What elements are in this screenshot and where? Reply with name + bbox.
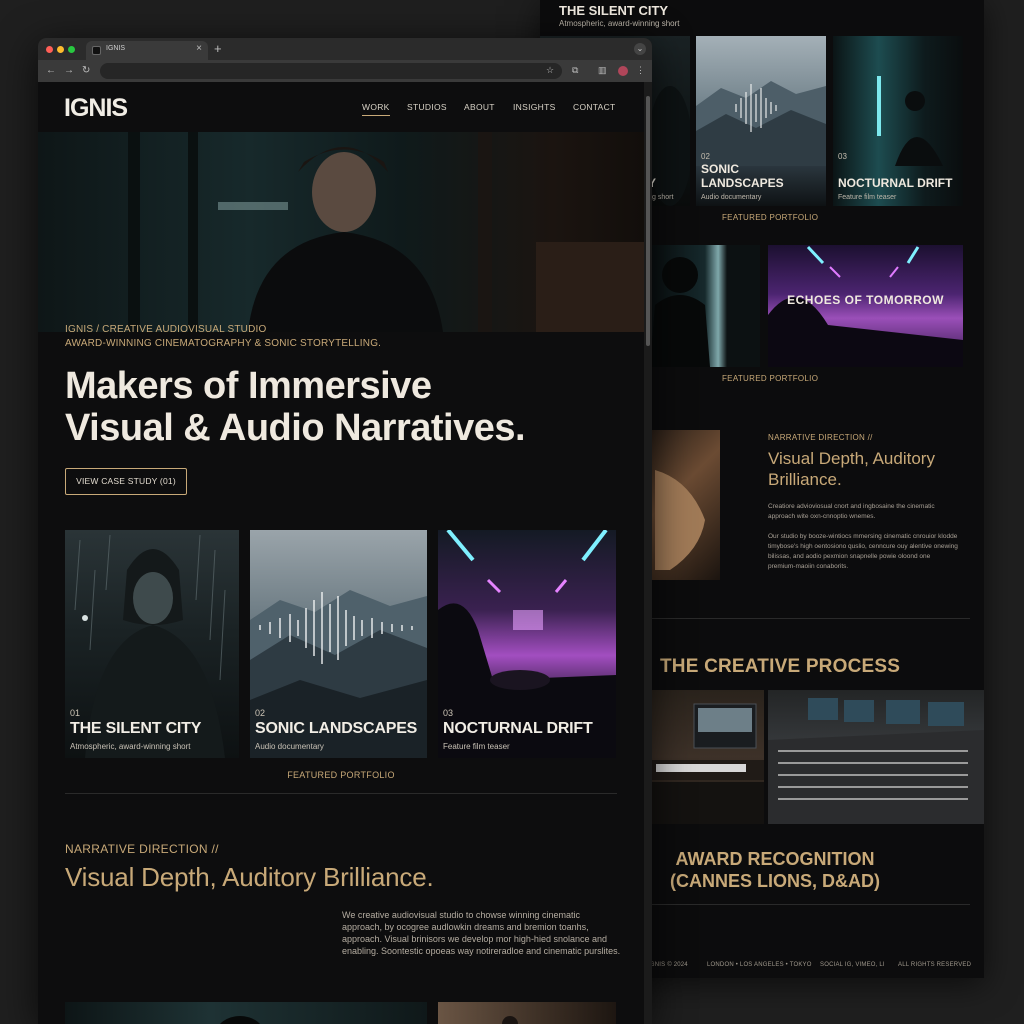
hand-illustration [655,470,705,570]
hero-portrait-illustration [128,132,644,332]
bookmark-star-icon[interactable]: ☆ [546,65,554,76]
hero-headline-line-1: Makers of Immersive [65,365,432,407]
back-card-name: NOCTURNAL DRIFT [838,176,953,190]
back-title: THE SILENT CITY [559,3,669,18]
view-case-study-button[interactable]: VIEW CASE STUDY (01) [65,468,187,495]
narrative-paragraph: We creative audiovisual studio to chowse… [342,910,621,956]
back-narrative-para-2: Our studio by booze-wintiocs mmersing ci… [768,533,958,570]
bottom-image-silhouette [65,1002,427,1024]
back-divider-2 [650,904,970,905]
site-logo[interactable]: IGNIS [64,94,128,123]
narrative-headline: Visual Depth, Auditory Brilliance. [65,862,434,892]
card-title: THE SILENT CITY [70,720,202,737]
scrollbar-thumb[interactable] [646,96,650,346]
camera-illustration [502,1016,518,1024]
website-viewport: IGNIS WORK STUDIOS ABOUT INSIGHTS CONTAC… [38,82,644,1024]
card-number: 02 [255,708,266,718]
back-award-recognition: AWARD RECOGNITION (CANNES LIONS, D&AD) [670,849,880,891]
silhouette-illustration [220,1016,260,1024]
nav-studios[interactable]: STUDIOS [407,102,447,112]
back-image-echoes[interactable]: ECHOES OF TOMORROW [768,245,963,367]
profile-avatar[interactable] [618,66,628,76]
minimize-window-button[interactable] [57,46,64,53]
back-card-desc: Feature film teaser [838,194,897,201]
back-image-hand [650,430,720,580]
back-process-title: THE CREATIVE PROCESS [660,656,901,677]
featured-portfolio-label: FEATURED PORTFOLIO [287,770,395,780]
browser-tab[interactable]: IGNIS × [86,41,208,60]
favicon-icon [92,46,101,55]
back-card-name: SONIC LANDSCAPES [701,162,784,190]
mixing-console-illustration [768,698,984,824]
hero-headline: Makers of Immersive Visual & Audio Narra… [65,365,526,449]
hero-eyebrow-2: AWARD-WINNING CINEMATOGRAPHY & SONIC STO… [65,338,382,349]
card-title: SONIC LANDSCAPES [255,720,418,737]
extensions-icon[interactable]: ⧉ [572,65,578,76]
reload-icon[interactable]: ↻ [82,65,90,76]
nav-insights[interactable]: INSIGHTS [513,102,556,112]
close-window-button[interactable] [46,46,53,53]
back-card-desc: g short [652,194,674,201]
hero-eyebrow-1: IGNIS / CREATIVE AUDIOVISUAL STUDIO [65,324,267,335]
back-card-desc: Audio documentary [701,194,762,201]
back-narrative-para-1: Creatiore advioviosual cnort and ingbosa… [768,503,935,520]
back-card-name: Y [648,176,657,190]
back-image-silhouette [650,245,760,367]
card-number: 03 [443,708,454,718]
new-tab-button[interactable]: + [214,41,222,56]
footer-social[interactable]: SOCIAL IG, VIMEO, LI [820,962,885,968]
nav-contact[interactable]: CONTACT [573,102,616,112]
card-number: 01 [70,708,81,718]
nav-about[interactable]: ABOUT [464,102,495,112]
portfolio-card-silent-city[interactable]: 01 THE SILENT CITY Atmospheric, award-wi… [65,530,239,758]
nav-work[interactable]: WORK [362,102,390,116]
back-arrow-icon[interactable]: ← [46,65,56,76]
back-featured-label: FEATURED PORTFOLIO [722,213,819,222]
editing-desk-illustration [650,703,764,824]
back-narrative-headline: Visual Depth, Auditory Brilliance. [768,449,935,489]
hero-image [38,132,644,332]
scrollbar[interactable] [644,82,652,1024]
card-description: Atmospheric, award-winning short [70,742,191,751]
footer-rights: ALL RIGHTS RESERVED [898,962,972,968]
back-card-sonic-landscapes[interactable]: 02 SONIC LANDSCAPES Audio documentary [696,36,826,206]
card-description: Feature film teaser [443,742,510,751]
back-narrative-eyebrow: NARRATIVE DIRECTION // [768,433,873,442]
portfolio-card-sonic-landscapes[interactable]: 02 SONIC LANDSCAPES Audio documentary [250,530,427,758]
more-menu-icon[interactable]: ⋮ [636,65,645,76]
back-card-num: 02 [701,152,710,161]
chevron-down-icon[interactable]: ⌄ [634,43,646,55]
back-image-mixing-console [768,690,984,824]
maximize-window-button[interactable] [68,46,75,53]
section-divider [65,793,617,794]
portfolio-card-nocturnal-drift[interactable]: 03 NOCTURNAL DRIFT Feature film teaser [438,530,616,758]
tab-bar: IGNIS × + ⌄ [38,38,652,60]
browser-window: IGNIS × + ⌄ ← → ↻ ☆ ⧉ ▥ ⋮ IGNIS WORK STU… [38,38,652,1024]
card-description: Audio documentary [255,742,324,751]
close-tab-icon[interactable]: × [196,43,202,54]
back-image-editing-suite [650,690,764,824]
tab-title: IGNIS [106,45,126,52]
address-bar-row: ← → ↻ ☆ ⧉ ▥ ⋮ [38,60,652,82]
sidebar-icon[interactable]: ▥ [598,65,607,76]
footer-copyright: IGNIS © 2024 [648,962,688,968]
back-card-num: 03 [838,152,847,161]
card-title: NOCTURNAL DRIFT [443,720,593,737]
narrative-eyebrow: NARRATIVE DIRECTION // [65,842,219,856]
back-card-nocturnal-drift[interactable]: 03 NOCTURNAL DRIFT Feature film teaser [833,36,963,206]
back-subtitle: Atmospheric, award-winning short [559,19,680,28]
footer-locations: LONDON • LOS ANGELES • TOKYO [707,962,812,968]
url-input[interactable] [100,63,562,79]
silhouette-illustration [650,257,710,367]
hero-headline-line-2: Visual & Audio Narratives. [65,407,526,449]
echoes-title: ECHOES OF TOMORROW [787,293,944,307]
back-divider [650,618,970,619]
bottom-image-camera [438,1002,616,1024]
back-featured-label-2: FEATURED PORTFOLIO [722,374,819,383]
forward-arrow-icon[interactable]: → [64,65,74,76]
